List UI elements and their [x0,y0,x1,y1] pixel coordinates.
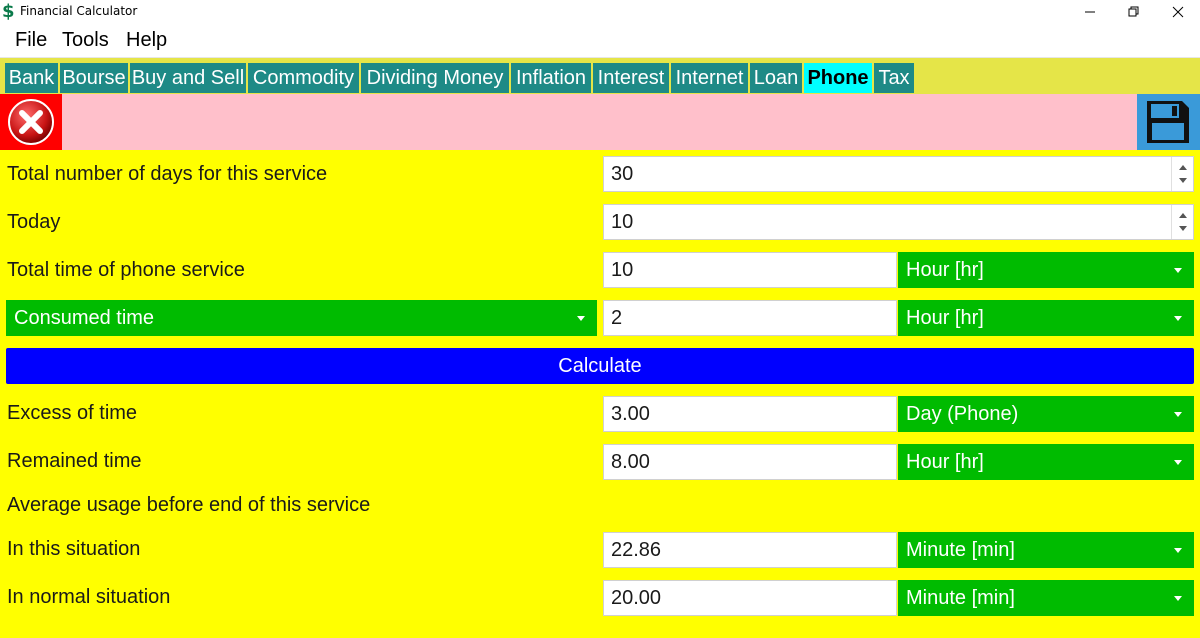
chevron-down-icon [1174,268,1182,273]
tab-loan[interactable]: Loan [750,63,802,93]
excess-value: 3.00 [611,403,650,425]
this-situation-unit: Minute [min] [906,539,1015,561]
consumed-time-input[interactable]: 2 [603,300,897,336]
remained-output[interactable]: 8.00 [603,444,897,480]
tab-phone[interactable]: Phone [804,63,872,93]
chevron-down-icon [1174,412,1182,417]
this-situation-unit-select[interactable]: Minute [min] [898,532,1194,568]
average-usage-heading: Average usage before end of this service [7,494,371,516]
excess-unit: Day (Phone) [906,403,1019,425]
today-label: Today [7,211,61,233]
spin-up-icon[interactable] [1179,213,1187,218]
phone-calculator-form: Total number of days for this service 30… [0,150,1200,638]
remained-unit-select[interactable]: Hour [hr] [898,444,1194,480]
tab-buy-and-sell[interactable]: Buy and Sell [130,63,246,93]
remained-unit: Hour [hr] [906,451,984,473]
calculate-button[interactable]: Calculate [6,348,1194,384]
minimize-icon [1085,11,1095,13]
this-situation-label: In this situation [7,538,141,560]
today-spinner[interactable] [1171,205,1193,239]
total-time-label: Total time of phone service [7,259,245,281]
menu-file[interactable]: File [15,29,47,52]
menu-bar: File Tools Help [0,24,1200,58]
window-title: Financial Calculator [20,4,138,18]
menu-help[interactable]: Help [126,29,167,52]
consumed-mode: Consumed time [14,307,155,329]
this-situation-value: 22.86 [611,539,662,561]
total-time-unit-select[interactable]: Hour [hr] [898,252,1194,288]
total-time-unit: Hour [hr] [906,259,984,281]
chevron-down-icon [1174,460,1182,465]
remained-label: Remained time [7,450,142,472]
spin-up-icon[interactable] [1179,165,1187,170]
minimize-button[interactable] [1066,0,1112,24]
excess-output[interactable]: 3.00 [603,396,897,432]
this-situation-output[interactable]: 22.86 [603,532,897,568]
tab-tax[interactable]: Tax [874,63,914,93]
tab-interest[interactable]: Interest [593,63,669,93]
remained-value: 8.00 [611,451,650,473]
chevron-down-icon [1174,316,1182,321]
tab-dividing-money[interactable]: Dividing Money [361,63,509,93]
action-toolbar [0,94,1200,150]
spin-down-icon[interactable] [1179,178,1187,183]
tab-commodity[interactable]: Commodity [248,63,359,93]
total-days-input[interactable]: 30 [603,156,1194,192]
tab-strip: Bank Bourse Buy and Sell Commodity Divid… [0,58,1200,94]
tab-inflation[interactable]: Inflation [511,63,591,93]
restore-button[interactable] [1110,0,1156,24]
spin-down-icon[interactable] [1179,226,1187,231]
today-input[interactable]: 10 [603,204,1194,240]
consumed-mode-select[interactable]: Consumed time [6,300,597,336]
normal-situation-unit: Minute [min] [906,587,1015,609]
normal-situation-value: 20.00 [611,587,662,609]
save-button[interactable] [1137,94,1200,150]
close-tab-button[interactable] [0,94,62,150]
chevron-down-icon [1174,596,1182,601]
excess-unit-select[interactable]: Day (Phone) [898,396,1194,432]
close-window-button[interactable] [1154,0,1200,24]
consumed-unit: Hour [hr] [906,307,984,329]
chevron-down-icon [1174,548,1182,553]
total-days-spinner[interactable] [1171,157,1193,191]
tab-bank[interactable]: Bank [5,63,58,93]
close-icon [1172,6,1184,18]
consumed-value: 2 [611,307,623,329]
normal-situation-unit-select[interactable]: Minute [min] [898,580,1194,616]
menu-tools[interactable]: Tools [62,29,109,52]
total-time-input[interactable]: 10 [603,252,897,288]
tab-bourse[interactable]: Bourse [60,63,128,93]
consumed-unit-select[interactable]: Hour [hr] [898,300,1194,336]
normal-situation-label: In normal situation [7,586,171,608]
total-time-value: 10 [611,259,634,281]
close-circle-icon [8,99,54,145]
total-days-value: 30 [611,163,634,185]
excess-label: Excess of time [7,402,138,424]
total-days-label: Total number of days for this service [7,163,328,185]
title-bar: $ Financial Calculator [0,0,1200,24]
floppy-disk-icon [1147,101,1189,143]
tab-internet[interactable]: Internet [671,63,748,93]
restore-icon [1128,6,1139,17]
today-value: 10 [611,211,634,233]
normal-situation-output[interactable]: 20.00 [603,580,897,616]
app-dollar-icon: $ [2,1,15,22]
chevron-down-icon [577,316,585,321]
